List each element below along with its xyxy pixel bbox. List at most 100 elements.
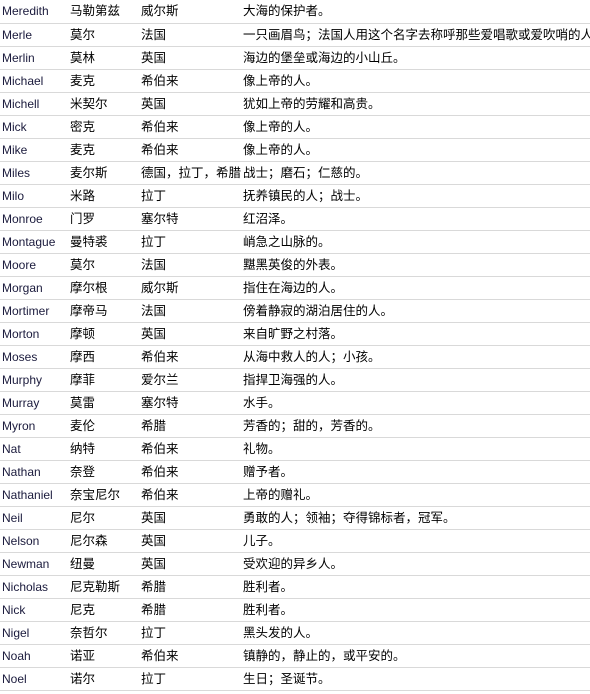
cell-trans: 纳特 <box>68 437 139 461</box>
cell-meaning: 儿子。 <box>241 529 590 553</box>
cell-meaning: 像上帝的人。 <box>241 138 590 162</box>
cell-meaning: 黑头发的人。 <box>241 621 590 645</box>
cell-name: Noah <box>0 644 68 668</box>
cell-meaning: 赠予者。 <box>241 460 590 484</box>
cell-origin: 爱尔兰 <box>139 368 241 392</box>
cell-meaning: 一只画眉鸟；法国人用这个名字去称呼那些爱唱歌或爱吹哨的人 <box>241 23 590 47</box>
cell-meaning: 犹如上帝的劳耀和高贵。 <box>241 92 590 116</box>
cell-trans: 尼克勒斯 <box>68 575 139 599</box>
cell-trans: 麦克 <box>68 138 139 162</box>
cell-name: Montague <box>0 230 68 254</box>
cell-meaning: 胜利者。 <box>241 575 590 599</box>
cell-trans: 奈宝尼尔 <box>68 483 139 507</box>
table-row: Nelson 尼尔森 英国 儿子。 <box>0 529 590 553</box>
cell-origin: 英国 <box>139 552 241 576</box>
cell-trans: 尼尔 <box>68 506 139 530</box>
cell-origin: 英国 <box>139 529 241 553</box>
cell-trans: 摩西 <box>68 345 139 369</box>
cell-origin: 英国 <box>139 322 241 346</box>
table-row: Nathaniel 奈宝尼尔 希伯来 上帝的赠礼。 <box>0 483 590 507</box>
cell-origin: 希伯来 <box>139 644 241 668</box>
cell-name: Morton <box>0 322 68 346</box>
cell-name: Mortimer <box>0 299 68 323</box>
table-row: Mick 密克 希伯来 像上帝的人。 <box>0 115 590 139</box>
cell-name: Nathan <box>0 460 68 484</box>
cell-trans: 奈哲尔 <box>68 621 139 645</box>
table-row: Nicholas 尼克勒斯 希腊 胜利者。 <box>0 575 590 599</box>
cell-name: Nelson <box>0 529 68 553</box>
cell-trans: 摩帝马 <box>68 299 139 323</box>
table-body: Meredith 马勒第兹 威尔斯 大海的保护者。 Merle 莫尔 法国 一只画眉鸟；法国人… <box>0 0 590 691</box>
cell-meaning: 战士；磨石；仁慈的。 <box>241 161 590 185</box>
cell-trans: 尼尔森 <box>68 529 139 553</box>
cell-origin: 威尔斯 <box>139 0 241 24</box>
cell-meaning: 海边的堡垒或海边的小山丘。 <box>241 46 590 70</box>
cell-name: Moses <box>0 345 68 369</box>
cell-trans: 曼特裘 <box>68 230 139 254</box>
table-row: Meredith 马勒第兹 威尔斯 大海的保护者。 <box>0 0 590 24</box>
cell-name: Miles <box>0 161 68 185</box>
table-row: Noah 诺亚 希伯来 镇静的，静止的，或平安的。 <box>0 644 590 668</box>
table-row: Morton 摩顿 英国 来自旷野之村落。 <box>0 322 590 346</box>
table-row: Mortimer 摩帝马 法国 傍着静寂的湖泊居住的人。 <box>0 299 590 323</box>
cell-trans: 门罗 <box>68 207 139 231</box>
cell-trans: 麦伦 <box>68 414 139 438</box>
cell-origin: 英国 <box>139 46 241 70</box>
cell-name: Nigel <box>0 621 68 645</box>
cell-meaning: 受欢迎的异乡人。 <box>241 552 590 576</box>
table-row: Morgan 摩尔根 威尔斯 指住在海边的人。 <box>0 276 590 300</box>
cell-origin: 希腊 <box>139 414 241 438</box>
cell-origin: 希伯来 <box>139 115 241 139</box>
cell-trans: 尼克 <box>68 598 139 622</box>
cell-meaning: 水手。 <box>241 391 590 415</box>
table-row: Mike 麦克 希伯来 像上帝的人。 <box>0 138 590 162</box>
cell-trans: 奈登 <box>68 460 139 484</box>
table-row: Merlin 莫林 英国 海边的堡垒或海边的小山丘。 <box>0 46 590 70</box>
table-row: Moses 摩西 希伯来 从海中救人的人；小孩。 <box>0 345 590 369</box>
cell-trans: 摩顿 <box>68 322 139 346</box>
cell-meaning: 指捍卫海强的人。 <box>241 368 590 392</box>
cell-name: Monroe <box>0 207 68 231</box>
cell-trans: 米路 <box>68 184 139 208</box>
cell-meaning: 上帝的赠礼。 <box>241 483 590 507</box>
cell-trans: 麦尔斯 <box>68 161 139 185</box>
cell-trans: 莫尔 <box>68 23 139 47</box>
cell-meaning: 胜利者。 <box>241 598 590 622</box>
table-row: Michael 麦克 希伯来 像上帝的人。 <box>0 69 590 93</box>
cell-meaning: 生日；圣诞节。 <box>241 667 590 691</box>
cell-origin: 英国 <box>139 506 241 530</box>
cell-name: Murphy <box>0 368 68 392</box>
cell-name: Murray <box>0 391 68 415</box>
cell-meaning: 来自旷野之村落。 <box>241 322 590 346</box>
table-row: Murphy 摩菲 爱尔兰 指捍卫海强的人。 <box>0 368 590 392</box>
cell-origin: 拉丁 <box>139 184 241 208</box>
name-meanings-table: Meredith 马勒第兹 威尔斯 大海的保护者。 Merle 莫尔 法国 一只画眉鸟；法国人… <box>0 0 590 691</box>
cell-origin: 拉丁 <box>139 230 241 254</box>
cell-name: Milo <box>0 184 68 208</box>
table-row: Nat 纳特 希伯来 礼物。 <box>0 437 590 461</box>
table-row: Nathan 奈登 希伯来 赠予者。 <box>0 460 590 484</box>
cell-origin: 希伯来 <box>139 138 241 162</box>
cell-origin: 希伯来 <box>139 345 241 369</box>
cell-origin: 希伯来 <box>139 437 241 461</box>
cell-name: Myron <box>0 414 68 438</box>
table-row: Noel 诺尔 拉丁 生日；圣诞节。 <box>0 667 590 691</box>
cell-name: Michael <box>0 69 68 93</box>
cell-trans: 摩尔根 <box>68 276 139 300</box>
cell-meaning: 峭急之山脉的。 <box>241 230 590 254</box>
cell-origin: 拉丁 <box>139 667 241 691</box>
cell-origin: 希伯来 <box>139 483 241 507</box>
cell-origin: 希腊 <box>139 575 241 599</box>
cell-origin: 塞尔特 <box>139 391 241 415</box>
cell-meaning: 指住在海边的人。 <box>241 276 590 300</box>
cell-name: Merlin <box>0 46 68 70</box>
table-row: Michell 米契尔 英国 犹如上帝的劳耀和高贵。 <box>0 92 590 116</box>
cell-origin: 德国，拉丁，希腊 <box>139 161 241 185</box>
cell-origin: 希伯来 <box>139 460 241 484</box>
table-row: Merle 莫尔 法国 一只画眉鸟；法国人用这个名字去称呼那些爱唱歌或爱吹哨的人 <box>0 23 590 47</box>
cell-name: Michell <box>0 92 68 116</box>
cell-trans: 莫林 <box>68 46 139 70</box>
cell-meaning: 傍着静寂的湖泊居住的人。 <box>241 299 590 323</box>
cell-trans: 摩菲 <box>68 368 139 392</box>
cell-trans: 马勒第兹 <box>68 0 139 24</box>
